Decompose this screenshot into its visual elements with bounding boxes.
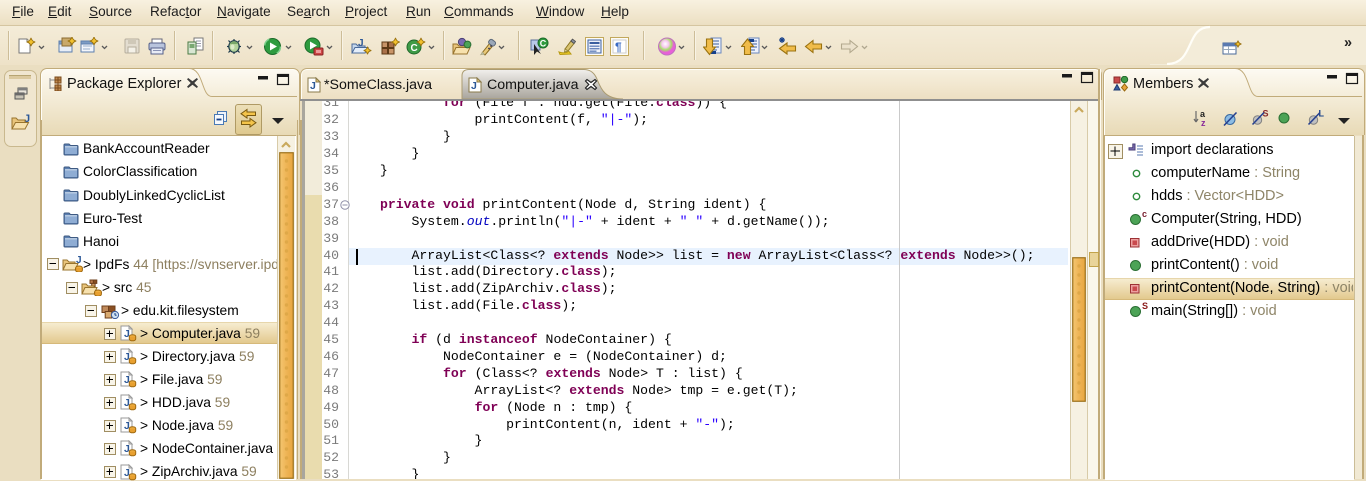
svg-text:z: z <box>1201 118 1206 128</box>
svg-text:C: C <box>540 39 547 49</box>
svg-text:¶: ¶ <box>615 40 622 54</box>
svg-text:J: J <box>471 80 477 92</box>
svg-text:J: J <box>310 80 316 92</box>
svg-text:C: C <box>411 43 418 54</box>
